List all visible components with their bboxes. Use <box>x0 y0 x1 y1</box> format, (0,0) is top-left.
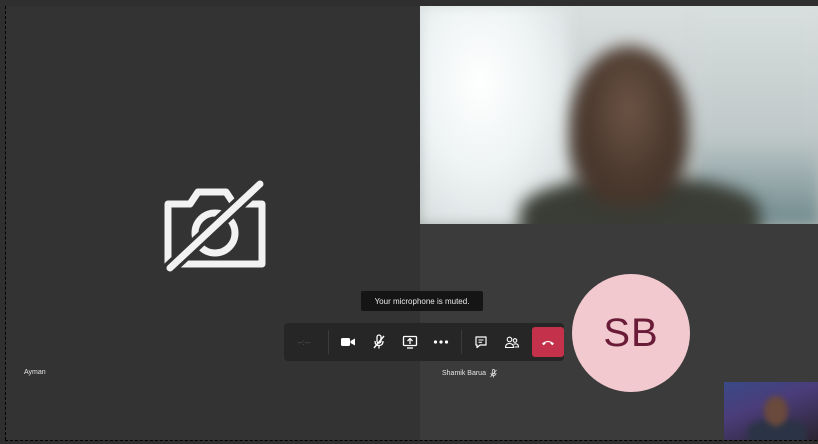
chat-button[interactable] <box>466 323 497 361</box>
hang-up-button[interactable] <box>532 327 565 357</box>
toolbar-divider <box>327 330 329 354</box>
participant-name-ayman: Ayman <box>24 369 46 376</box>
participant-face <box>570 46 688 206</box>
participant-name-text: Shamik Barua <box>442 370 486 377</box>
self-view-face <box>764 396 788 426</box>
mic-button[interactable] <box>364 323 395 361</box>
dashed-border-bottom <box>5 440 817 441</box>
share-screen-button[interactable] <box>395 323 426 361</box>
call-timer: --:-- <box>297 337 311 347</box>
mic-off-icon <box>490 369 497 378</box>
avatar-initials: SB <box>603 310 659 355</box>
meeting-stage: SB Your microphone is muted. --:-- Ayman… <box>0 0 818 444</box>
toolbar-divider <box>460 330 462 354</box>
avatar: SB <box>572 274 690 392</box>
participants-button[interactable] <box>497 323 528 361</box>
camera-off-icon <box>163 178 267 272</box>
camera-button[interactable] <box>333 323 364 361</box>
dashed-border-left <box>5 6 6 440</box>
share-screen-icon <box>403 335 418 349</box>
participant-video-shamik[interactable] <box>420 6 818 224</box>
hang-up-icon <box>542 340 555 345</box>
meeting-toolbar: --:-- <box>284 323 565 361</box>
mic-muted-tooltip: Your microphone is muted. <box>361 291 483 311</box>
camera-icon <box>341 338 356 346</box>
participants-icon <box>505 336 520 349</box>
mic-off-icon <box>373 334 385 349</box>
self-view-video[interactable] <box>724 382 818 440</box>
participant-name-shamik: Shamik Barua <box>442 369 497 378</box>
more-options-button[interactable] <box>426 323 457 361</box>
more-options-icon <box>434 340 449 344</box>
chat-icon <box>475 336 487 349</box>
